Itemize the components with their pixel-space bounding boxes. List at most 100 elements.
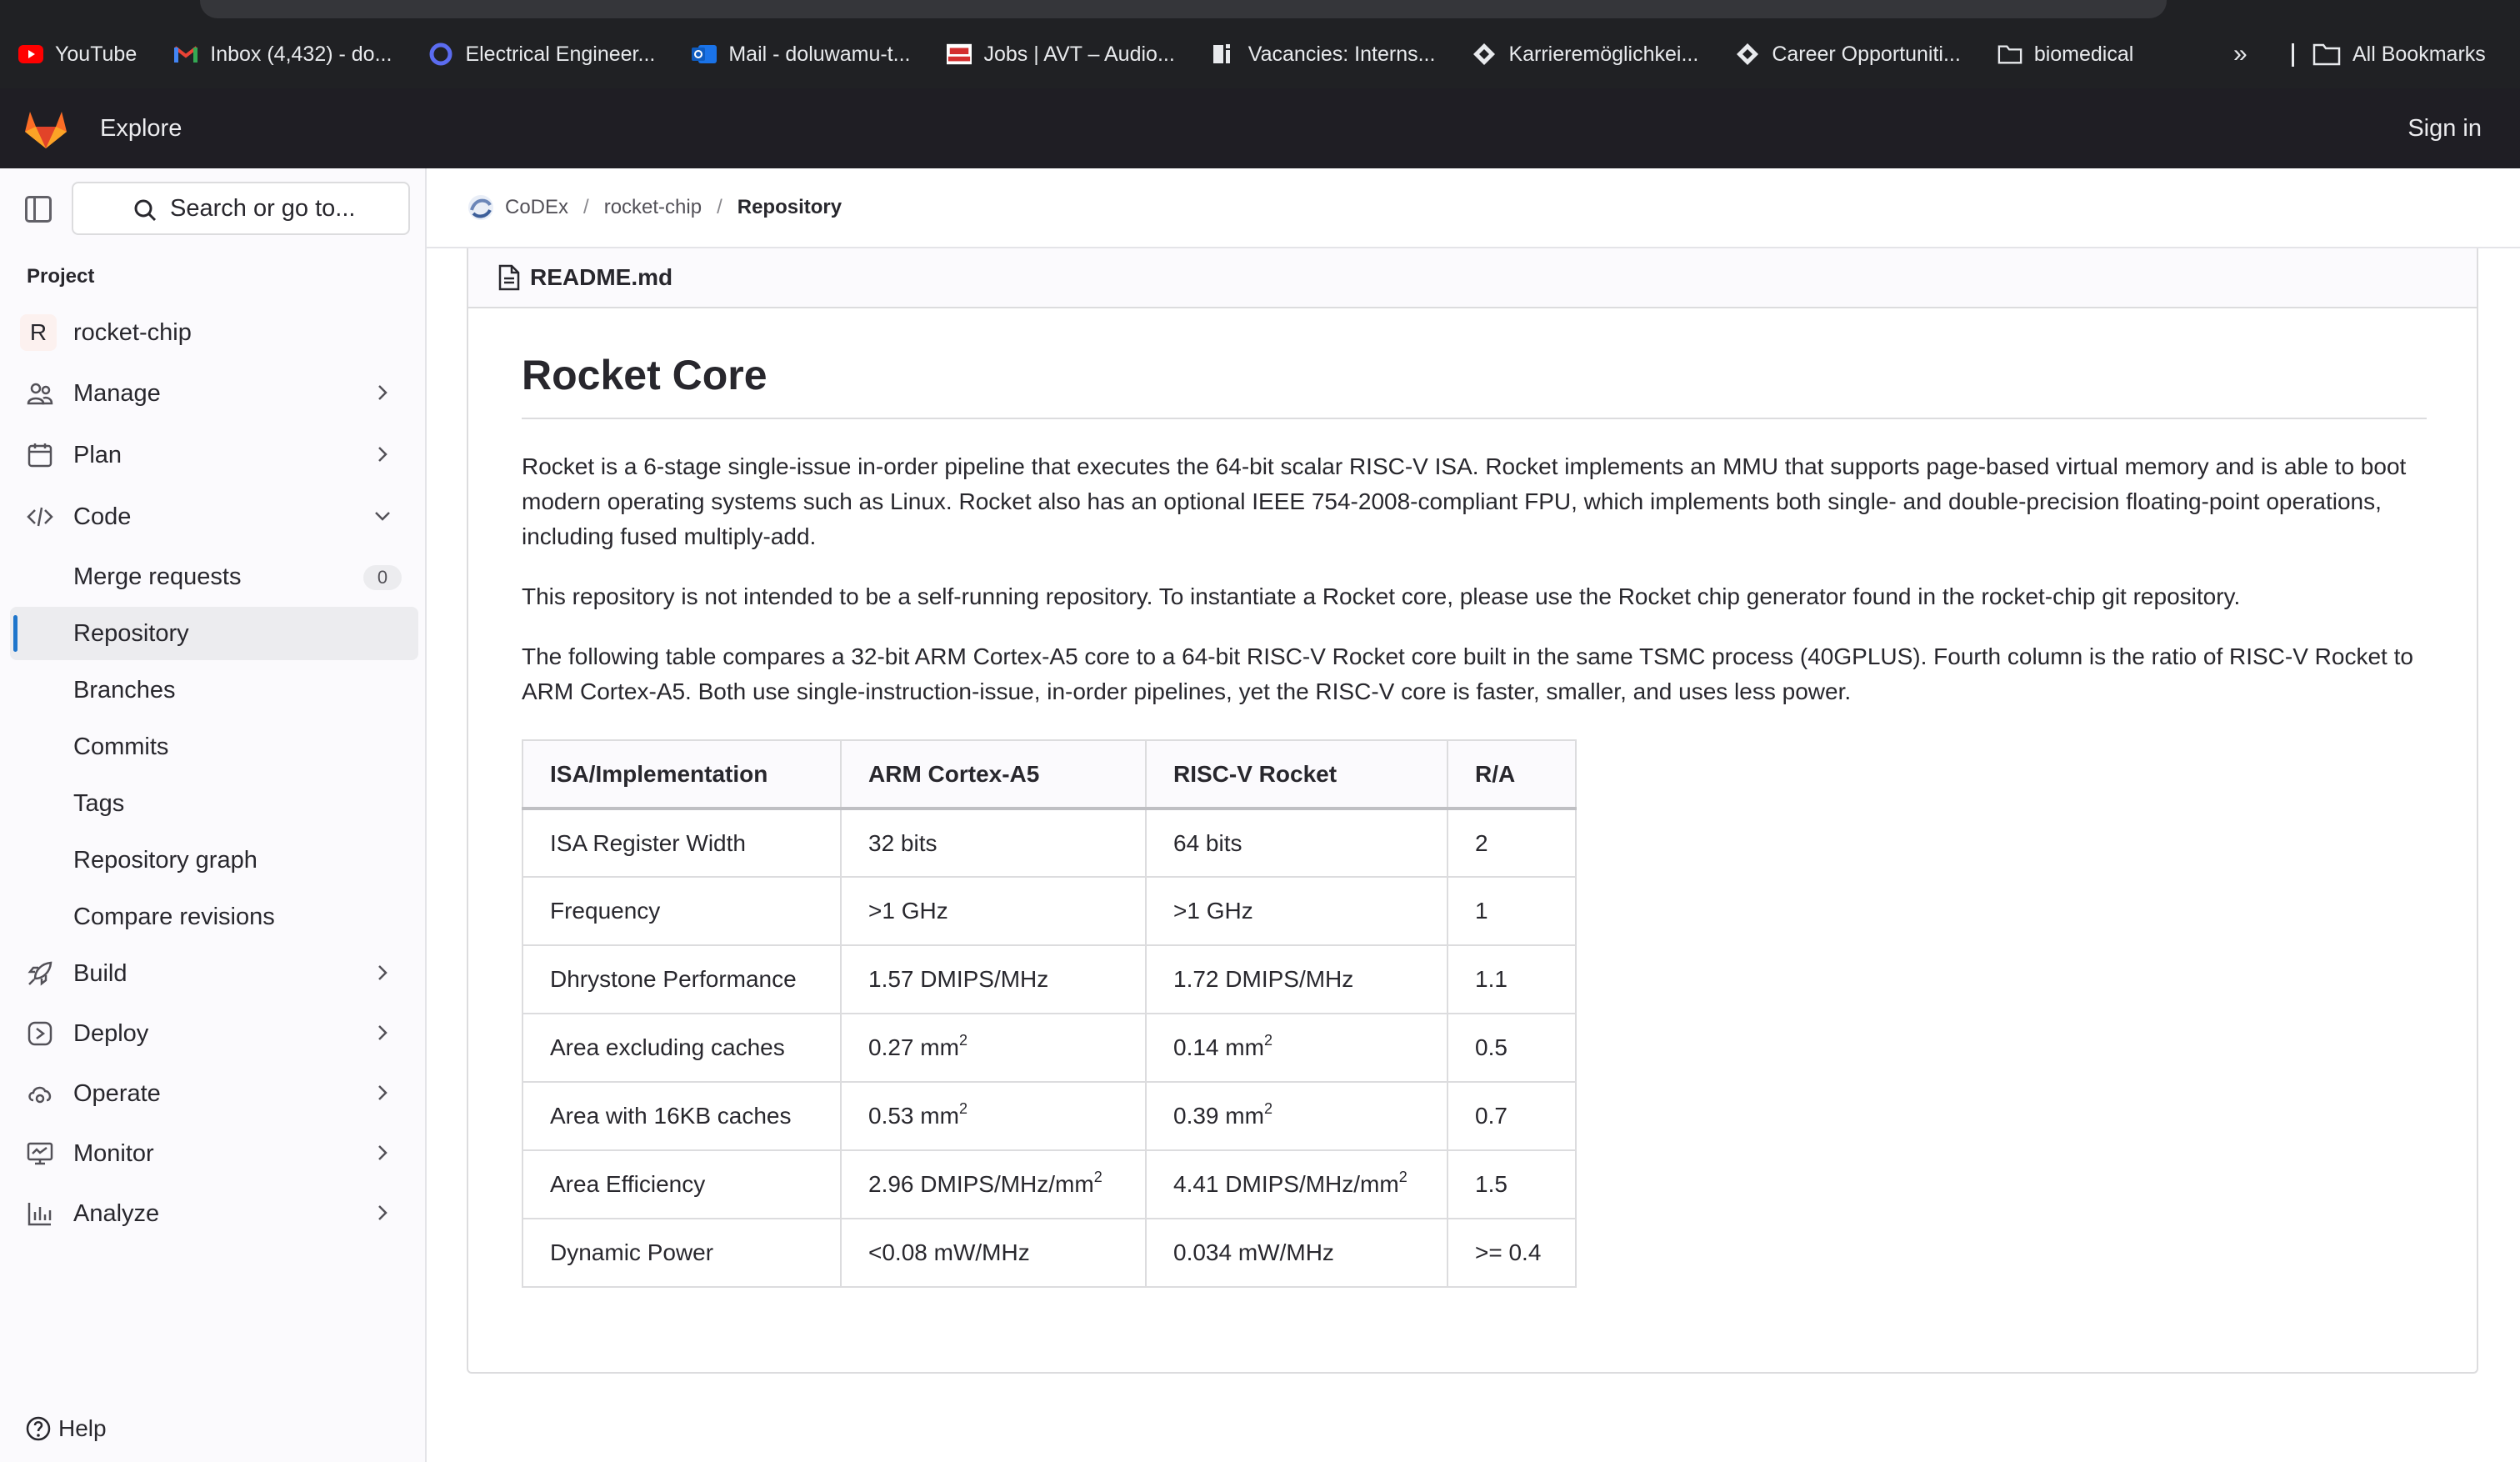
sidebar-item-label: Analyze [73, 1199, 160, 1227]
superscript: 2 [1093, 1169, 1102, 1185]
bookmark-youtube[interactable]: YouTube [0, 20, 155, 88]
sidebar: Search or go to... Project R rocket-chip… [0, 168, 427, 1462]
bookmarks-bar: YouTube Inbox (4,432) - do... Electrical… [0, 20, 2520, 88]
cell-value: 0.27 mm [868, 1034, 959, 1060]
all-bookmarks-button[interactable]: All Bookmarks [2312, 20, 2486, 88]
bookmark-mail[interactable]: Mail - doluwamu-t... [673, 20, 928, 88]
project-name: rocket-chip [73, 318, 192, 346]
diamond-icon [1735, 42, 1760, 67]
sidebar-item-code[interactable]: Code [10, 490, 417, 543]
bookmark-label: biomedical [2033, 42, 2134, 66]
table-header: ISA/Implementation [522, 739, 842, 810]
chevron-right-icon [378, 1085, 388, 1100]
calendar-icon [28, 443, 52, 468]
readme-filename[interactable]: README.md [530, 264, 672, 291]
group-avatar-icon [468, 195, 493, 220]
table-cell: 2 [1447, 808, 1577, 878]
readme-panel: README.md Rocket Core Rocket is a 6-stag… [467, 248, 2478, 1374]
bookmark-karriere[interactable]: Karrieremöglichkei... [1453, 20, 1717, 88]
folder-icon [1998, 42, 2022, 67]
table-cell: 0.14 mm2 [1145, 1013, 1448, 1083]
table-cell: <0.08 mW/MHz [840, 1218, 1147, 1288]
table-cell: >1 GHz [840, 876, 1147, 946]
breadcrumb-project[interactable]: rocket-chip [604, 196, 702, 219]
chevron-right-icon [378, 385, 388, 400]
sidebar-item-build[interactable]: Build [10, 947, 417, 1000]
table-cell: Area excluding caches [522, 1013, 842, 1083]
bookmark-label: Electrical Engineer... [465, 42, 656, 66]
bookmark-folder-biomedical[interactable]: biomedical [1979, 20, 2152, 88]
bookmark-avt-jobs[interactable]: Jobs | AVT – Audio... [928, 20, 1192, 88]
sidebar-item-label: Code [73, 503, 132, 530]
sidebar-item-analyze[interactable]: Analyze [10, 1187, 417, 1240]
address-bar[interactable] [200, 0, 2167, 18]
sidebar-item-repository[interactable]: Repository [10, 607, 418, 660]
youtube-icon [18, 42, 43, 67]
bookmark-vacancies[interactable]: Vacancies: Interns... [1193, 20, 1454, 88]
table-row: Area Efficiency 2.96 DMIPS/MHz/mm2 4.41 … [522, 1149, 1577, 1219]
cell-value: 0.53 mm [868, 1103, 959, 1129]
breadcrumb-group[interactable]: CoDEx [505, 196, 568, 219]
sidebar-item-branches[interactable]: Branches [10, 663, 418, 717]
chevron-right-icon [378, 1025, 388, 1040]
bookmark-electrical-engineering[interactable]: Electrical Engineer... [410, 20, 673, 88]
comparison-table: ISA/Implementation ARM Cortex-A5 RISC-V … [522, 739, 1577, 1288]
table-cell: 0.034 mW/MHz [1145, 1218, 1448, 1288]
sidebar-item-operate[interactable]: Operate [10, 1067, 417, 1120]
sign-in-link[interactable]: Sign in [2408, 88, 2482, 168]
table-row: Area excluding caches 0.27 mm2 0.14 mm2 … [522, 1013, 1577, 1083]
sidebar-item-repository-graph[interactable]: Repository graph [10, 834, 418, 887]
table-cell: 2.96 DMIPS/MHz/mm2 [840, 1149, 1147, 1219]
sidebar-item-merge-requests[interactable]: Merge requests 0 [10, 550, 418, 603]
superscript: 2 [958, 1100, 968, 1117]
table-cell: ISA Register Width [522, 808, 842, 878]
sidebar-item-label: Tags [73, 789, 125, 817]
table-row: Area with 16KB caches 0.53 mm2 0.39 mm2 … [522, 1081, 1577, 1151]
help-label: Help [58, 1415, 107, 1441]
bookmark-label: Karrieremöglichkei... [1508, 42, 1699, 66]
sidebar-item-commits[interactable]: Commits [10, 720, 418, 774]
sidebar-item-plan[interactable]: Plan [10, 428, 417, 482]
top-navigation: Explore Sign in [0, 88, 2520, 168]
breadcrumb-separator: / [717, 196, 722, 218]
sidebar-item-deploy[interactable]: Deploy [10, 1007, 417, 1060]
merge-requests-count-badge: 0 [363, 565, 402, 590]
readme-paragraph: The following table compares a 32-bit AR… [522, 643, 2413, 704]
folder-icon [2312, 43, 2341, 66]
gitlab-logo-icon[interactable] [23, 108, 68, 150]
bookmark-career[interactable]: Career Opportuniti... [1717, 20, 1979, 88]
table-cell: Dhrystone Performance [522, 944, 842, 1014]
sidebar-item-compare-revisions[interactable]: Compare revisions [10, 890, 418, 944]
explore-link[interactable]: Explore [100, 88, 182, 168]
table-row: Frequency >1 GHz >1 GHz 1 [522, 876, 1577, 946]
sidebar-item-monitor[interactable]: Monitor [10, 1127, 417, 1180]
table-row: Dhrystone Performance 1.57 DMIPS/MHz 1.7… [522, 944, 1577, 1014]
sidebar-toggle-icon[interactable] [25, 196, 52, 223]
si-icon [1211, 42, 1237, 67]
bookmark-gmail[interactable]: Inbox (4,432) - do... [155, 20, 410, 88]
table-row: Dynamic Power <0.08 mW/MHz 0.034 mW/MHz … [522, 1218, 1577, 1288]
search-button[interactable]: Search or go to... [72, 182, 410, 235]
gmail-icon [173, 42, 198, 67]
code-icon [27, 507, 53, 527]
readme-paragraph: This repository is not intended to be a … [522, 583, 2241, 609]
chevron-right-icon [378, 447, 388, 462]
table-cell: 0.27 mm2 [840, 1013, 1147, 1083]
sidebar-item-label: Branches [73, 676, 176, 703]
project-link[interactable]: R rocket-chip [20, 310, 192, 355]
superscript: 2 [1263, 1100, 1272, 1117]
cloud-gear-icon [28, 1086, 52, 1104]
bookmarks-overflow-button[interactable]: » [2233, 20, 2248, 88]
bookmarks-separator [2292, 43, 2294, 67]
superscript: 2 [958, 1032, 968, 1049]
sidebar-item-tags[interactable]: Tags [10, 777, 418, 830]
outlook-icon [692, 42, 718, 67]
table-cell: Frequency [522, 876, 842, 946]
table-cell: 1.57 DMIPS/MHz [840, 944, 1147, 1014]
cell-value: 0.39 mm [1173, 1103, 1264, 1129]
sidebar-item-manage[interactable]: Manage [10, 367, 417, 420]
chart-icon [28, 1203, 52, 1226]
help-button[interactable]: Help [25, 1410, 107, 1447]
breadcrumb-current[interactable]: Repository [738, 196, 842, 219]
browser-address-area [0, 0, 2520, 20]
